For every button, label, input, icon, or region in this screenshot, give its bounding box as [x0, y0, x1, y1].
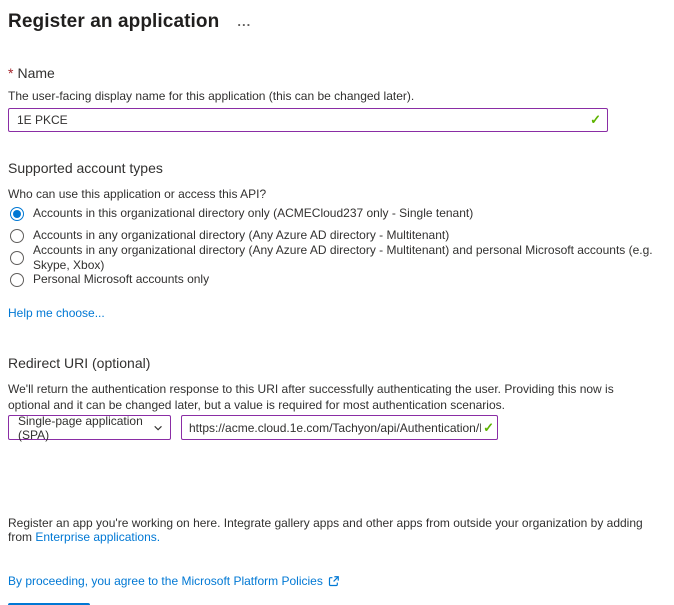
redirect-uri-input-wrap: ✓ — [181, 415, 498, 440]
radio-icon[interactable] — [10, 272, 24, 287]
enterprise-applications-link[interactable]: Enterprise applications. — [35, 530, 160, 544]
radio-selected-icon[interactable] — [10, 206, 24, 221]
redirect-uri-input[interactable] — [181, 415, 498, 440]
account-types-heading: Supported account types — [8, 160, 163, 176]
radio-icon[interactable] — [10, 228, 24, 243]
name-input[interactable] — [8, 108, 608, 132]
redirect-uri-description: We'll return the authentication response… — [8, 382, 614, 412]
policies-line[interactable]: By proceeding, you agree to the Microsof… — [8, 574, 666, 588]
platform-policies-link[interactable]: By proceeding, you agree to the Microsof… — [8, 574, 323, 588]
more-options-icon[interactable]: ... — [237, 15, 251, 28]
radio-label: Accounts in any organizational directory… — [33, 228, 450, 242]
help-me-choose-link[interactable]: Help me choose... — [8, 306, 105, 320]
page-title: Register an application — [8, 11, 220, 32]
name-label-text: Name — [17, 65, 55, 81]
required-asterisk: * — [8, 65, 14, 81]
page-header: Register an application ... — [8, 9, 666, 34]
redirect-uri-heading: Redirect URI (optional) — [8, 355, 151, 371]
radio-label: Personal Microsoft accounts only — [33, 272, 210, 286]
name-description: The user-facing display name for this ap… — [8, 89, 415, 103]
radio-label: Accounts in this organizational director… — [33, 206, 474, 220]
radio-option-multitenant-personal[interactable]: Accounts in any organizational directory… — [8, 243, 666, 272]
name-label: * Name — [8, 64, 666, 82]
account-types-question: Who can use this application or access t… — [8, 187, 267, 201]
platform-selected-value: Single-page application (SPA) — [18, 413, 143, 442]
redirect-uri-controls: Single-page application (SPA) ✓ — [8, 413, 666, 442]
platform-select-dropdown[interactable]: Single-page application (SPA) — [8, 413, 171, 442]
footer-note: Register an app you're working on here. … — [8, 516, 666, 544]
radio-option-single-tenant[interactable]: Accounts in this organizational director… — [8, 206, 666, 221]
name-input-wrap: ✓ — [8, 108, 608, 132]
radio-option-personal-only[interactable]: Personal Microsoft accounts only — [8, 272, 666, 287]
register-application-page: Register an application ... * Name The us… — [0, 0, 674, 605]
radio-option-multitenant[interactable]: Accounts in any organizational directory… — [8, 228, 666, 243]
external-link-icon — [328, 575, 339, 586]
radio-icon[interactable] — [10, 250, 24, 265]
radio-label: Accounts in any organizational directory… — [33, 242, 653, 272]
chevron-down-icon — [154, 425, 162, 430]
account-types-radio-group: Accounts in this organizational director… — [8, 206, 666, 287]
